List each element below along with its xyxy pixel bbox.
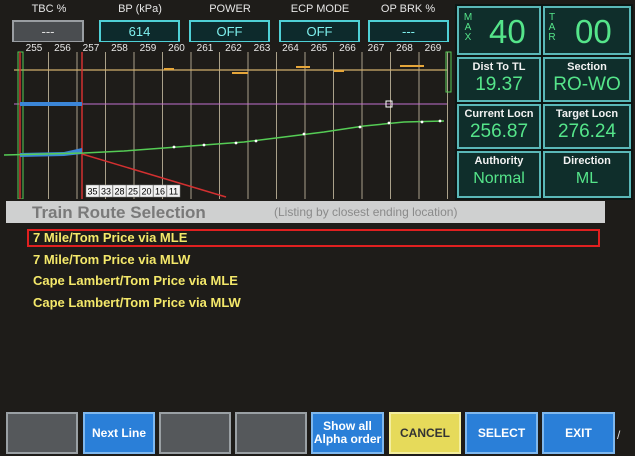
info-panel: MAX 40 TAR 00 Dist To TL 19.37 Section R… <box>455 4 633 200</box>
current-locn-cell: Current Locn 256.87 <box>457 104 541 149</box>
tick-label: 262 <box>225 43 242 54</box>
section-label: Section <box>567 61 607 73</box>
speed-tag-label: 11 <box>169 187 178 197</box>
speed-bar-top <box>20 102 82 106</box>
cancel-button[interactable]: CANCEL <box>389 412 461 454</box>
direction-cell: Direction ML <box>543 151 631 198</box>
speed-tag-label: 33 <box>101 187 111 197</box>
dist-to-tl-value: 19.37 <box>475 74 523 95</box>
current-locn-value: 256.87 <box>469 121 529 142</box>
section-cell: Section RO-WO <box>543 57 631 102</box>
speed-tag-label: 20 <box>141 187 151 197</box>
bp-label: BP (kPa) <box>118 3 162 15</box>
select-button[interactable]: SELECT <box>465 412 538 454</box>
target-speed-cell: TAR 00 <box>543 6 631 55</box>
show-all-alpha-order-button[interactable]: Show all Alpha order <box>311 412 384 454</box>
tick-label: 258 <box>111 43 128 54</box>
next-line-button[interactable]: Next Line <box>83 412 155 454</box>
tick-label: 255 <box>26 43 43 54</box>
max-side-label: MAX <box>463 12 473 43</box>
speed-tag-label: 28 <box>114 187 124 197</box>
op-brk-label: OP BRK % <box>380 3 436 15</box>
dist-to-tl-cell: Dist To TL 19.37 <box>457 57 541 102</box>
route-item[interactable]: Cape Lambert/Tom Price via MLW <box>33 295 241 310</box>
direction-value: ML <box>575 170 599 187</box>
authority-value: Normal <box>473 170 525 187</box>
tar-side-label: TAR <box>548 12 556 43</box>
power-value: OFF <box>189 20 270 43</box>
dist-to-tl-label: Dist To TL <box>472 61 526 73</box>
tick-label: 260 <box>168 43 185 54</box>
tick-label: 263 <box>254 43 271 54</box>
tick-label: 256 <box>54 43 71 54</box>
ecp-mode-value: OFF <box>279 20 360 43</box>
power-label: POWER <box>209 3 251 15</box>
tick-label: 266 <box>339 43 356 54</box>
softkey-4-button[interactable] <box>235 412 307 454</box>
tick-label: 267 <box>368 43 385 54</box>
authority-cell: Authority Normal <box>457 151 541 198</box>
max-speed-cell: MAX 40 <box>457 6 541 55</box>
exit-button[interactable]: EXIT <box>542 412 615 454</box>
route-item[interactable]: 7 Mile/Tom Price via MLW <box>33 252 190 267</box>
authority-label: Authority <box>474 155 524 167</box>
current-locn-label: Current Locn <box>464 108 534 120</box>
speed-tag-label: 35 <box>87 187 97 197</box>
route-item[interactable]: Cape Lambert/Tom Price via MLE <box>33 273 238 288</box>
tick-label: 268 <box>396 43 413 54</box>
slash-glyph: / <box>617 428 621 442</box>
op-brk-value: --- <box>368 20 449 43</box>
tick-label: 259 <box>140 43 157 54</box>
max-speed-value: 40 <box>489 13 526 50</box>
tick-label: 257 <box>83 43 100 54</box>
target-locn-value: 276.24 <box>557 121 617 142</box>
route-selection-subtitle: (Listing by closest ending location) <box>274 205 458 219</box>
route-item[interactable]: 7 Mile/Tom Price via MLE <box>33 230 187 245</box>
tick-label: 264 <box>282 43 299 54</box>
softkey-1-button[interactable] <box>6 412 78 454</box>
route-selection-header: Train Route Selection (Listing by closes… <box>6 201 605 223</box>
softkey-3-button[interactable] <box>159 412 231 454</box>
target-locn-cell: Target Locn 276.24 <box>543 104 631 149</box>
route-selection-title: Train Route Selection <box>32 203 206 222</box>
ecp-mode-label: ECP MODE <box>290 3 350 15</box>
tick-label: 261 <box>197 43 214 54</box>
target-speed-value: 00 <box>575 13 612 50</box>
direction-label: Direction <box>563 155 611 167</box>
section-value: RO-WO <box>553 74 621 95</box>
track-profile-chart: 255 256 257 258 259 260 261 262 263 264 265 266 267 2… <box>4 42 452 199</box>
speed-tags: 35 33 28 25 20 16 11 <box>85 184 181 198</box>
speed-tag-label: 16 <box>155 187 165 197</box>
speed-tag-label: 25 <box>128 187 138 197</box>
tbc-label: TBC % <box>31 3 67 15</box>
bp-value: 614 <box>99 20 180 43</box>
target-locn-label: Target Locn <box>555 108 619 120</box>
tick-label: 265 <box>311 43 328 54</box>
tick-label: 269 <box>425 43 442 54</box>
tbc-value: --- <box>12 20 84 43</box>
